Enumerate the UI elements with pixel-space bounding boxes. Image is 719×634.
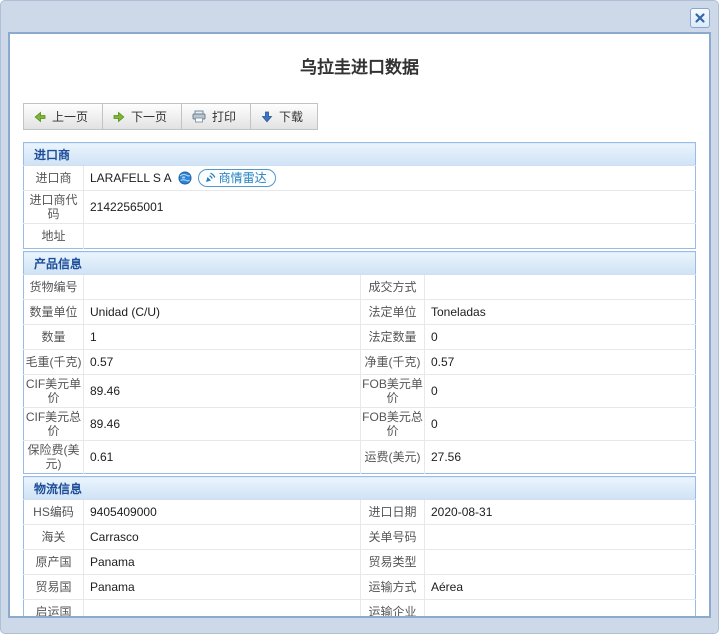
field-label: 进口商 [24,166,84,191]
field-value: 27.56 [425,441,696,474]
field-value: 9405409000 [84,500,361,525]
field-value: Panama [84,550,361,575]
field-row: 原产国 Panama 贸易类型 [24,550,696,575]
field-label: 运输方式 [361,575,425,600]
next-page-label: 下一页 [131,108,167,125]
importer-name-value: LARAFELL S A [90,171,172,185]
field-value: Unidad (C/U) [84,300,361,325]
field-value: Panama [84,575,361,600]
printer-icon [192,110,206,123]
close-icon [694,12,706,24]
field-label: CIF美元总价 [24,408,84,441]
field-value: 0 [425,408,696,441]
print-label: 打印 [212,108,236,125]
field-label: 关单号码 [361,525,425,550]
field-label: 海关 [24,525,84,550]
field-label: 毛重(千克) [24,350,84,375]
field-row: 进口商代码 21422565001 [24,191,696,224]
download-arrow-blue-icon [261,111,273,123]
field-label: 进口商代码 [24,191,84,224]
close-button[interactable] [690,8,710,28]
field-value: Aérea [425,575,696,600]
field-row: HS编码 9405409000 进口日期 2020-08-31 [24,500,696,525]
field-label: FOB美元单价 [361,375,425,408]
field-row: 货物编号 成交方式 [24,275,696,300]
content-panel: 乌拉圭进口数据 上一页 下一页 [8,32,711,618]
field-label: 成交方式 [361,275,425,300]
field-value: 2020-08-31 [425,500,696,525]
field-row: 海关 Carrasco 关单号码 [24,525,696,550]
field-label: 数量单位 [24,300,84,325]
field-value: 0 [425,325,696,350]
section-importer: 进口商 进口商 LARAFELL S A [23,142,696,249]
page-title: 乌拉圭进口数据 [23,56,696,80]
field-label: 贸易国 [24,575,84,600]
field-label: FOB美元总价 [361,408,425,441]
field-label: 净重(千克) [361,350,425,375]
field-row: 保险费(美元) 0.61 运费(美元) 27.56 [24,441,696,474]
download-label: 下载 [279,108,303,125]
field-row: 进口商 LARAFELL S A [24,166,696,191]
field-label: 启运国 [24,600,84,619]
section-header-importer: 进口商 [24,143,696,166]
field-value [84,275,361,300]
field-value [84,224,696,249]
field-value [425,600,696,619]
field-label: 进口日期 [361,500,425,525]
field-row: 地址 [24,224,696,249]
print-button[interactable]: 打印 [181,103,251,130]
field-label: 法定单位 [361,300,425,325]
field-value: 89.46 [84,375,361,408]
field-value: 0 [425,375,696,408]
field-row: 数量 1 法定数量 0 [24,325,696,350]
field-value: 1 [84,325,361,350]
field-label: 运费(美元) [361,441,425,474]
field-row: 毛重(千克) 0.57 净重(千克) 0.57 [24,350,696,375]
section-logistics-info: 物流信息 HS编码 9405409000 进口日期 2020-08-31 海关 … [23,476,696,618]
field-label: 法定数量 [361,325,425,350]
field-label: HS编码 [24,500,84,525]
field-label: 保险费(美元) [24,441,84,474]
globe-icon[interactable] [178,171,192,185]
field-label: 货物编号 [24,275,84,300]
toolbar: 上一页 下一页 打印 [23,103,318,130]
prev-arrow-green-icon [34,111,46,123]
field-row: CIF美元单价 89.46 FOB美元单价 0 [24,375,696,408]
field-row: 数量单位 Unidad (C/U) 法定单位 Toneladas [24,300,696,325]
field-value: 89.46 [84,408,361,441]
field-value [84,600,361,619]
prev-page-button[interactable]: 上一页 [23,103,103,130]
prev-page-label: 上一页 [52,108,88,125]
field-label: 数量 [24,325,84,350]
radar-icon [204,172,216,184]
field-value: Carrasco [84,525,361,550]
next-arrow-green-icon [113,111,125,123]
field-value: Toneladas [425,300,696,325]
field-label: 运输企业 [361,600,425,619]
field-row: 贸易国 Panama 运输方式 Aérea [24,575,696,600]
next-page-button[interactable]: 下一页 [102,103,182,130]
import-data-window: 乌拉圭进口数据 上一页 下一页 [0,0,719,634]
field-value: 0.57 [84,350,361,375]
section-product-info: 产品信息 货物编号 成交方式 数量单位 Unidad (C/U) 法定单位 To… [23,251,696,474]
radar-badge-label: 商情雷达 [219,171,267,185]
download-button[interactable]: 下载 [250,103,318,130]
field-row: 启运国 运输企业 [24,600,696,619]
business-radar-link[interactable]: 商情雷达 [198,169,276,187]
field-row: CIF美元总价 89.46 FOB美元总价 0 [24,408,696,441]
section-header-logistics-info: 物流信息 [24,477,696,500]
field-label: CIF美元单价 [24,375,84,408]
field-value [425,550,696,575]
field-value: 21422565001 [84,191,696,224]
field-value: 0.61 [84,441,361,474]
field-value [425,275,696,300]
field-value: 0.57 [425,350,696,375]
section-header-product-info: 产品信息 [24,252,696,275]
field-label: 原产国 [24,550,84,575]
field-label: 贸易类型 [361,550,425,575]
field-label: 地址 [24,224,84,249]
field-value [425,525,696,550]
